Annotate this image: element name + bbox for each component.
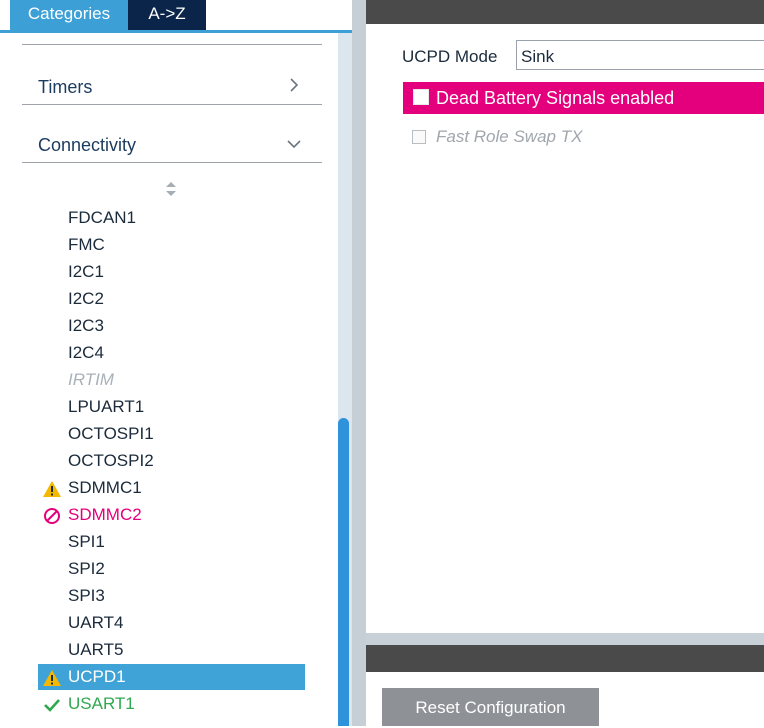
divider bbox=[22, 44, 322, 45]
peripheral-label: I2C4 bbox=[68, 343, 104, 362]
categories-panel: Categories A->Z Timers Connectivity FDCA… bbox=[0, 0, 352, 726]
divider bbox=[22, 162, 322, 163]
peripheral-label: UART5 bbox=[68, 640, 124, 659]
tab-bar: Categories A->Z bbox=[0, 0, 352, 30]
peripheral-label: SPI3 bbox=[68, 586, 105, 605]
peripheral-label: SDMMC2 bbox=[68, 505, 142, 524]
peripheral-item[interactable]: FDCAN1 bbox=[38, 205, 305, 231]
peripheral-item[interactable]: SPI3 bbox=[38, 583, 305, 609]
tab-underline bbox=[0, 30, 352, 33]
peripheral-item[interactable]: FMC bbox=[38, 232, 305, 258]
peripheral-label: SPI2 bbox=[68, 559, 105, 578]
tab-a-to-z[interactable]: A->Z bbox=[128, 0, 206, 30]
peripheral-item[interactable]: USART1 bbox=[38, 691, 305, 717]
peripheral-label: I2C3 bbox=[68, 316, 104, 335]
peripheral-label: OCTOSPI1 bbox=[68, 424, 154, 443]
peripheral-item[interactable]: SDMMC2 bbox=[38, 502, 305, 528]
mode-header-bar bbox=[366, 0, 764, 24]
prohibited-icon bbox=[44, 508, 60, 524]
panel-splitter[interactable] bbox=[352, 0, 366, 726]
ucpd-mode-select[interactable]: Sink bbox=[516, 40, 764, 70]
panel-separator bbox=[366, 633, 764, 645]
category-connectivity[interactable]: Connectivity bbox=[38, 135, 136, 156]
peripheral-label: USART1 bbox=[68, 694, 135, 713]
peripheral-label: OCTOSPI2 bbox=[68, 451, 154, 470]
peripheral-label: FDCAN1 bbox=[68, 208, 137, 227]
peripheral-label: IRTIM bbox=[68, 370, 114, 389]
chevron-right-icon[interactable] bbox=[284, 75, 304, 95]
warning-icon bbox=[43, 481, 61, 497]
peripheral-label: I2C1 bbox=[68, 262, 104, 281]
chevron-down-icon[interactable] bbox=[284, 134, 304, 154]
reset-configuration-button[interactable]: Reset Configuration bbox=[382, 688, 599, 726]
peripheral-item[interactable]: UART4 bbox=[38, 610, 305, 636]
peripheral-label: FMC bbox=[68, 235, 105, 254]
warning-icon bbox=[43, 670, 61, 686]
peripheral-item[interactable]: UART5 bbox=[38, 637, 305, 663]
divider bbox=[22, 104, 322, 105]
fast-role-swap-label: Fast Role Swap TX bbox=[436, 127, 583, 146]
peripheral-label: SPI1 bbox=[68, 532, 105, 551]
peripheral-item[interactable]: OCTOSPI1 bbox=[38, 421, 305, 447]
peripheral-item[interactable]: SDMMC1 bbox=[38, 475, 305, 501]
category-timers[interactable]: Timers bbox=[38, 77, 92, 98]
peripheral-item[interactable]: I2C2 bbox=[38, 286, 305, 312]
peripheral-item[interactable]: LPUART1 bbox=[38, 394, 305, 420]
configuration-header-bar bbox=[366, 645, 764, 672]
ucpd-mode-label: UCPD Mode bbox=[402, 47, 498, 66]
scrollbar-thumb[interactable] bbox=[338, 418, 349, 726]
peripheral-item[interactable]: OCTOSPI2 bbox=[38, 448, 305, 474]
peripheral-item[interactable]: UCPD1 bbox=[38, 664, 305, 690]
peripheral-item[interactable]: IRTIM bbox=[38, 367, 305, 393]
peripheral-item[interactable]: SPI2 bbox=[38, 556, 305, 582]
dead-battery-label: Dead Battery Signals enabled bbox=[436, 88, 675, 108]
tab-categories[interactable]: Categories bbox=[10, 0, 128, 30]
dead-battery-checkbox[interactable] bbox=[413, 89, 429, 105]
peripheral-item[interactable]: SPI1 bbox=[38, 529, 305, 555]
sort-icon[interactable] bbox=[163, 180, 179, 198]
fast-role-swap-checkbox bbox=[412, 130, 426, 144]
peripheral-label: I2C2 bbox=[68, 289, 104, 308]
peripheral-label: UART4 bbox=[68, 613, 124, 632]
peripheral-label: LPUART1 bbox=[68, 397, 145, 416]
peripheral-label: UCPD1 bbox=[68, 667, 126, 686]
peripheral-item[interactable]: I2C4 bbox=[38, 340, 305, 366]
peripheral-item[interactable]: I2C1 bbox=[38, 259, 305, 285]
peripheral-item[interactable]: I2C3 bbox=[38, 313, 305, 339]
peripheral-label: SDMMC1 bbox=[68, 478, 142, 497]
checkmark-icon bbox=[44, 699, 60, 712]
